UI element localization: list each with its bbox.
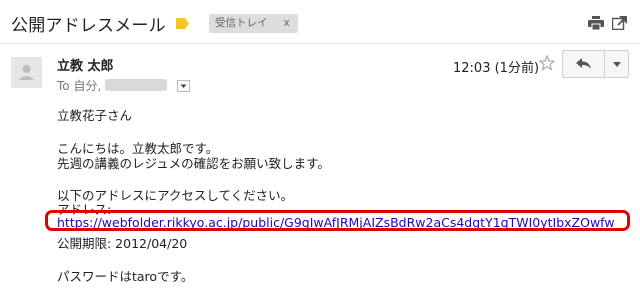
greeting-line: 立教花子さん xyxy=(57,108,133,123)
inbox-label-chip[interactable]: 受信トレイ x xyxy=(209,14,298,33)
recipient-prefix: To 自分, xyxy=(57,79,102,93)
public-folder-link[interactable]: https://webfolder.rikkyo.ac.jp/public/G9… xyxy=(57,215,615,230)
reply-button[interactable] xyxy=(562,50,605,78)
dropdown-icon xyxy=(613,62,621,67)
inbox-label-text: 受信トレイ xyxy=(215,17,268,29)
avatar-icon xyxy=(11,57,42,88)
redacted-address xyxy=(105,79,168,91)
expiry-line: 公開期限: 2012/04/20 xyxy=(57,236,188,251)
message-header: 公開アドレスメール 受信トレイ x xyxy=(0,0,640,44)
subject-title: 公開アドレスメール xyxy=(11,16,166,36)
new-window-icon[interactable] xyxy=(612,16,627,30)
reply-icon xyxy=(576,58,591,69)
recipient-line: To 自分, xyxy=(57,77,168,94)
label-tag-icon[interactable] xyxy=(176,18,189,29)
body-line-2: 先週の講義のレジュメの確認をお願い致します。 xyxy=(57,156,330,171)
remove-label-button[interactable]: x xyxy=(284,17,290,29)
password-line: パスワードはtaroです。 xyxy=(57,269,194,284)
dropdown-icon xyxy=(180,84,187,88)
more-actions-button[interactable] xyxy=(604,50,629,78)
message-time: 12:03 (1分前) xyxy=(453,61,540,76)
print-icon[interactable] xyxy=(588,16,604,30)
header-divider xyxy=(0,43,640,44)
star-icon[interactable] xyxy=(539,55,555,71)
recipient-details-dropdown[interactable] xyxy=(177,80,190,92)
sender-name[interactable]: 立教 太郎 xyxy=(57,55,114,74)
